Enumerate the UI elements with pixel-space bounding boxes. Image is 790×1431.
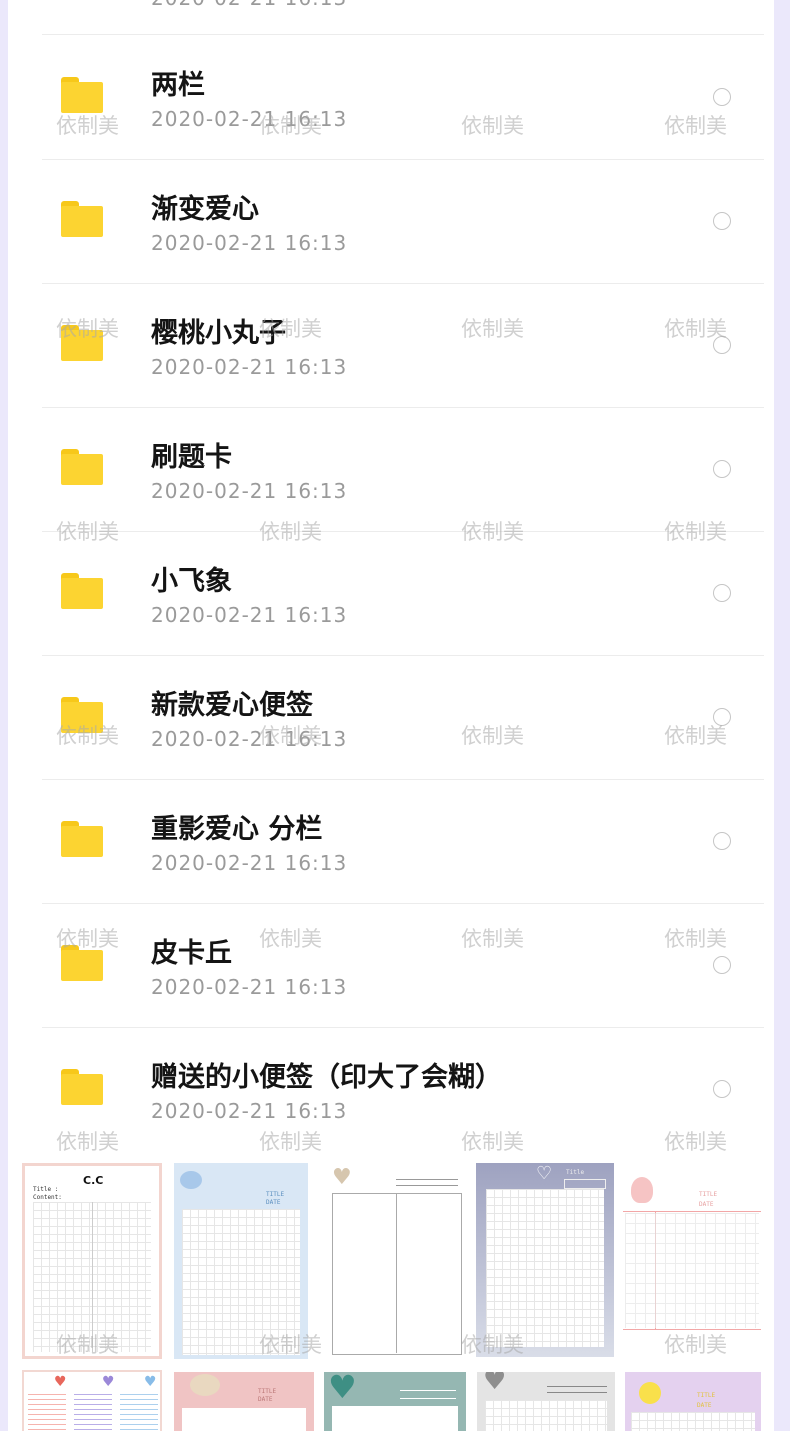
folder-item[interactable]: 樱桃小丸子 2020-02-21 16:13	[42, 283, 764, 408]
folder-icon	[61, 325, 103, 361]
folder-item[interactable]: 两栏 2020-02-21 16:13	[42, 35, 764, 160]
folder-date: 2020-02-21 16:13	[151, 603, 348, 627]
folder-date: 2020-02-21 16:13	[151, 1099, 348, 1123]
folder-item[interactable]: 新款爱心便签 2020-02-21 16:13	[42, 655, 764, 780]
folder-icon	[61, 77, 103, 113]
thumbnail-teal-heart[interactable]: ♥	[324, 1372, 466, 1431]
thumb-title-label: TITLE	[266, 1191, 285, 1198]
heart-icon: ♥	[144, 1374, 157, 1390]
folder-item[interactable]: 赠送的小便签（印大了会糊） 2020-02-21 16:13	[42, 1027, 764, 1151]
thumb-date-label: DATE	[699, 1201, 714, 1208]
folder-name: 新款爱心便签	[151, 690, 313, 721]
folder-name: 渐变爱心	[151, 194, 259, 225]
thumb-date-label: DATE	[266, 1199, 281, 1206]
folder-name: 两栏	[151, 70, 205, 101]
folder-icon	[61, 821, 103, 857]
folder-date: 2020-02-21 16:13	[151, 355, 348, 379]
thumbnail-dumbo[interactable]: TITLE DATE	[174, 1372, 314, 1431]
heart-icon: ♥	[54, 1374, 67, 1390]
thumbnail-gradient-heart[interactable]: TITLE DATE	[174, 1163, 308, 1359]
folder-name: 樱桃小丸子	[151, 318, 286, 349]
elephant-icon	[190, 1374, 220, 1396]
heart-icon: ♥	[332, 1165, 352, 1190]
character-icon	[631, 1177, 653, 1203]
folder-icon	[61, 449, 103, 485]
thumbnail-maruko[interactable]: TITLE DATE	[623, 1163, 761, 1359]
thumb-title-label: Title :	[33, 1186, 59, 1193]
folder-date: 2020-02-21 16:13	[151, 851, 348, 875]
folder-item[interactable]: 皮卡丘 2020-02-21 16:13	[42, 903, 764, 1028]
select-radio-icon[interactable]	[713, 1080, 731, 1098]
folder-date: 2020-02-21 16:13	[151, 107, 348, 131]
folder-name: 小飞象	[151, 566, 232, 597]
select-radio-icon[interactable]	[713, 584, 731, 602]
eyes-icon: C.C	[83, 1174, 104, 1187]
thumbnail-heart-notes[interactable]: ♥	[326, 1163, 466, 1359]
thumb-date-label: DATE	[697, 1402, 712, 1409]
folder-name: 皮卡丘	[151, 938, 232, 969]
folder-item[interactable]: 重影爱心 分栏 2020-02-21 16:13	[42, 779, 764, 904]
select-radio-icon[interactable]	[713, 460, 731, 478]
select-radio-icon[interactable]	[713, 212, 731, 230]
thumb-title-label: Title	[566, 1169, 585, 1176]
select-radio-icon[interactable]	[713, 88, 731, 106]
select-radio-icon[interactable]	[713, 336, 731, 354]
folder-date: 2020-02-21 16:13	[151, 231, 348, 255]
thumbnail-practice-card[interactable]: ♥ ♥ ♥	[22, 1370, 162, 1431]
select-radio-icon[interactable]	[713, 708, 731, 726]
heart-icon: ♥	[102, 1374, 115, 1390]
pikachu-icon	[639, 1382, 661, 1404]
folder-icon	[61, 573, 103, 609]
folder-name: 赠送的小便签（印大了会糊）	[151, 1062, 502, 1093]
thumb-title-label: TITLE	[697, 1392, 716, 1399]
select-radio-icon[interactable]	[713, 956, 731, 974]
folder-date: 2020-02-21 16:13	[151, 479, 348, 503]
thumbnail-shadow-heart[interactable]: ♥	[477, 1372, 615, 1431]
thumbnail-pikachu[interactable]: TITLE DATE	[625, 1372, 761, 1431]
folder-date: 2020-02-21 16:13	[151, 975, 348, 999]
folder-icon	[61, 697, 103, 733]
thumb-date-label: DATE	[258, 1396, 273, 1403]
folder-item[interactable]: 渐变爱心 2020-02-21 16:13	[42, 159, 764, 284]
folder-icon	[61, 945, 103, 981]
circle-icon	[180, 1171, 202, 1189]
heart-icon: ♥	[483, 1372, 507, 1396]
thumb-title-label: TITLE	[699, 1191, 718, 1198]
thumb-content-label: Content:	[33, 1194, 62, 1201]
folder-item[interactable]: 小飞象 2020-02-21 16:13	[42, 531, 764, 656]
folder-date: 2020-02-21 16:13	[151, 727, 348, 751]
heart-icon: ♥	[328, 1372, 357, 1406]
folder-name: 刷题卡	[151, 442, 232, 473]
folder-list: 2020-02-21 16:13 两栏 2020-02-21 16:13 渐变爱…	[8, 0, 774, 1140]
select-radio-icon[interactable]	[713, 832, 731, 850]
thumb-title-label: TITLE	[258, 1388, 277, 1395]
heart-outline-icon: ♡	[536, 1163, 553, 1184]
folder-item[interactable]: 刷题卡 2020-02-21 16:13	[42, 407, 764, 532]
folder-icon	[61, 201, 103, 237]
thumbnail-two-column[interactable]: Title : Content: C.C	[22, 1163, 162, 1359]
folder-icon	[61, 1069, 103, 1105]
item-date: 2020-02-21 16:13	[151, 0, 347, 10]
thumbnail-grey-heart[interactable]: ♡ Title	[476, 1163, 614, 1357]
folder-name: 重影爱心 分栏	[151, 814, 323, 845]
list-item-partial[interactable]: 2020-02-21 16:13	[42, 0, 764, 35]
